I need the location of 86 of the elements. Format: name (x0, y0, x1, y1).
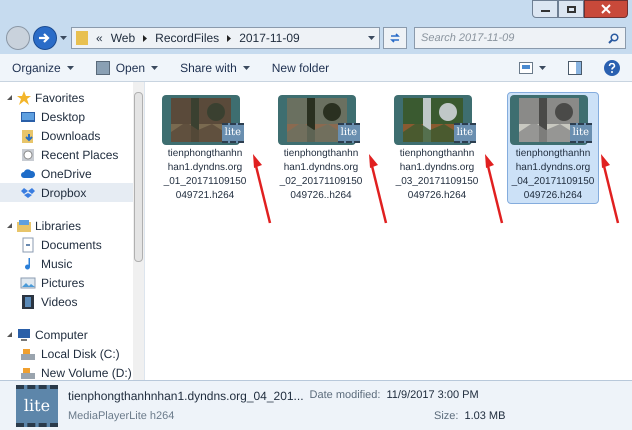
preview-pane-button[interactable] (568, 60, 582, 74)
arrow-annotation (483, 154, 505, 224)
nav-item[interactable]: Music (0, 254, 133, 273)
lite-badge: lite (454, 123, 476, 143)
caret-icon (539, 66, 546, 70)
toolbar-button[interactable]: Open (96, 58, 158, 76)
pane-icon (568, 60, 582, 74)
file-name: tienphongthanhn han1.dyndns.org _03_20171109150 049726.h264 (396, 147, 478, 203)
nav-item[interactable]: Dropbox (0, 183, 133, 202)
search-input[interactable]: Search 2017-11-09 (421, 30, 608, 46)
file-item[interactable]: lite tienphongthanhn han1.dyndns.org _01_20171109150 049721.h264 (159, 92, 251, 204)
nav-group[interactable]: Libraries (35, 216, 82, 234)
details-file-name: tienphongthanhnhan1.dyndns.org_04_201... (68, 388, 304, 405)
breadcrumb[interactable]: Web (110, 29, 136, 47)
nav-item[interactable]: Documents (0, 235, 133, 254)
forward-button[interactable] (33, 26, 57, 50)
recent-icon (20, 146, 36, 162)
toolbar-button[interactable]: Organize (12, 58, 74, 76)
search-icon (608, 32, 619, 44)
breadcrumb[interactable]: RecordFiles (155, 29, 220, 47)
refresh-icon (389, 32, 401, 44)
lite-badge: lite (338, 123, 360, 143)
arrow-annotation (367, 154, 389, 224)
picture-icon (20, 274, 36, 290)
toolbar-button[interactable]: Share with (180, 58, 250, 76)
close-icon (601, 4, 611, 14)
minimize-button[interactable] (532, 0, 558, 18)
file-name: tienphongthanhn han1.dyndns.org _04_20171109150 049726.h264 (512, 147, 594, 203)
caret-icon (368, 36, 375, 40)
folder-icon (20, 128, 36, 144)
file-item[interactable]: lite tienphongthanhn han1.dyndns.org _03_20171109150 049726.h264 (391, 92, 483, 204)
nav-group[interactable]: Computer (35, 326, 88, 344)
library-icon (16, 218, 32, 234)
close-button[interactable] (584, 0, 628, 18)
expand-toggle-icon[interactable] (6, 331, 13, 338)
document-icon (20, 236, 36, 252)
nav-item[interactable]: Videos (0, 292, 133, 311)
nav-item[interactable]: Desktop (0, 107, 133, 126)
history-dropdown[interactable] (60, 36, 68, 40)
nav-group[interactable]: Favorites (35, 88, 84, 106)
nav-item[interactable]: Pictures (0, 273, 133, 292)
star-icon (16, 90, 32, 106)
caret-icon (242, 66, 250, 70)
toolbar-button[interactable]: New folder (272, 58, 330, 76)
nav-item[interactable]: Local Disk (C:) (0, 344, 133, 363)
file-name: tienphongthanhn han1.dyndns.org _02_20171109150 049726..h264 (280, 147, 362, 203)
caret-icon (151, 66, 158, 70)
nav-item[interactable]: New Volume (D:) (0, 363, 133, 380)
folder-icon (76, 31, 88, 45)
app-icon (96, 60, 110, 74)
expand-toggle-icon[interactable] (6, 222, 13, 229)
lite-badge: lite (222, 123, 244, 143)
chevron-right-icon (227, 34, 232, 42)
nav-item[interactable]: Recent Places (0, 145, 133, 164)
search-field[interactable]: Search 2017-11-09 (414, 27, 626, 49)
view-icon (519, 62, 533, 74)
scrollbar[interactable] (133, 82, 144, 380)
size-label: Size: (434, 408, 458, 424)
lite-badge: lite (570, 123, 592, 143)
computer-icon (16, 326, 32, 342)
address-bar[interactable]: « Web RecordFiles 2017-11-09 (71, 27, 380, 49)
refresh-button[interactable] (383, 27, 407, 49)
maximize-button[interactable] (558, 0, 584, 18)
help-button[interactable] (604, 60, 620, 76)
arrow-annotation (599, 154, 621, 224)
arrow-annotation (251, 154, 273, 224)
overflow-chevron[interactable]: « (96, 29, 103, 47)
chevron-right-icon (143, 34, 148, 42)
date-value: 11/9/2017 3:00 PM (386, 388, 479, 403)
help-icon (608, 62, 616, 72)
thumbnail-text: lite (24, 394, 50, 416)
file-item[interactable]: lite tienphongthanhn han1.dyndns.org _04_20171109150 049726.h264 (507, 92, 599, 204)
file-item[interactable]: lite tienphongthanhn han1.dyndns.org _02_20171109150 049726..h264 (275, 92, 367, 204)
nav-item[interactable]: OneDrive (0, 164, 133, 183)
file-type: MediaPlayerLite h264 (68, 408, 176, 424)
view-options-button[interactable] (519, 62, 546, 74)
date-label: Date modified: (310, 388, 380, 403)
film-icon (20, 294, 36, 310)
caret-icon (66, 66, 74, 70)
caret-icon (60, 36, 67, 40)
expand-toggle-icon[interactable] (6, 94, 13, 101)
arrow-right-icon (39, 33, 51, 43)
size-value: 1.03 MB (464, 408, 506, 424)
breadcrumb[interactable]: 2017-11-09 (239, 29, 300, 47)
file-name: tienphongthanhn han1.dyndns.org _01_20171109150 049721.h264 (164, 147, 246, 203)
nav-item[interactable]: Downloads (0, 126, 133, 145)
